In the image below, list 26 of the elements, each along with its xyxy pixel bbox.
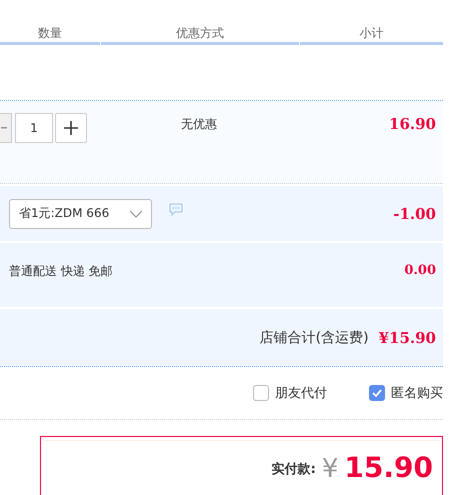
column-header: 小计 [300,25,443,45]
quantity-field[interactable]: 1 [15,113,53,143]
payment-label: 实付款: [272,460,316,478]
checkbox[interactable] [253,385,269,401]
subtotal-price: 16.90 [389,115,436,133]
option-label: 朋友代付 [275,385,327,402]
shipping-amount: 0.00 [404,263,436,278]
chevron-down-icon [129,210,143,218]
plus-icon [63,120,79,136]
message-icon[interactable] [169,203,183,216]
checkbox[interactable] [369,385,385,401]
increase-button[interactable] [55,113,87,143]
minus-icon [1,127,7,129]
coupon-select[interactable]: 省1元:ZDM 666 [9,198,152,228]
shop-total-label: 店铺合计(含运费) [260,328,369,346]
column-header: 优惠方式 [101,25,299,45]
shipping-method: 普通配送 快递 免邮 [9,263,113,280]
shop-total-amount: ¥15.90 [378,328,436,346]
currency-symbol: ¥ [322,456,338,482]
column-header: 数量 [0,25,100,45]
coupon-amount: -1.00 [393,204,436,222]
discount-text: 无优惠 [181,116,217,133]
decrease-button[interactable] [0,113,12,143]
payment-amount: 15.90 [344,454,433,482]
option-label: 匿名购买 [391,385,443,402]
check-icon [372,389,382,397]
